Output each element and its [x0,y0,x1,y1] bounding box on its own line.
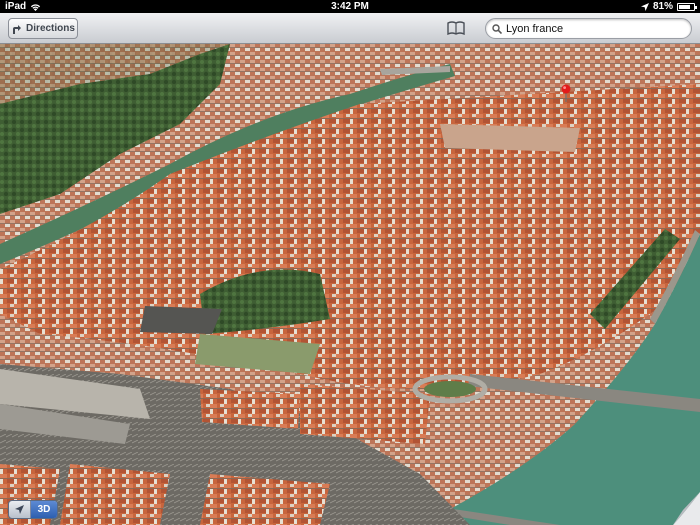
device-name: iPad [5,1,27,12]
book-icon[interactable] [447,21,465,35]
block-lower-2 [300,384,430,444]
turn-arrow-icon [13,24,22,34]
page-curl-icon[interactable] [673,492,700,525]
search-icon [492,23,502,34]
map-canvas[interactable] [0,44,700,525]
place-bellecour [440,124,580,152]
battery-percent: 81% [652,1,673,12]
locate-button[interactable] [9,501,31,518]
roundabout-green [424,381,476,397]
maps-toolbar: Directions [0,13,700,44]
block-lower-5 [60,464,170,525]
directions-button[interactable]: Directions [8,18,78,39]
map-view[interactable] [0,44,700,525]
wifi-icon [31,3,41,11]
directions-label: Directions [26,23,75,34]
status-bar: iPad 3:42 PM 81% [0,0,700,13]
location-arrow-icon [640,2,649,11]
status-time: 3:42 PM [331,1,369,12]
battery-level [679,4,690,9]
battery-icon [677,2,697,11]
dark-building [140,306,222,334]
3d-button[interactable]: 3D [31,501,57,518]
location-arrow-icon [15,505,24,514]
map-controls: 3D [8,500,58,519]
search-input[interactable] [506,22,686,35]
search-field[interactable] [485,18,692,39]
